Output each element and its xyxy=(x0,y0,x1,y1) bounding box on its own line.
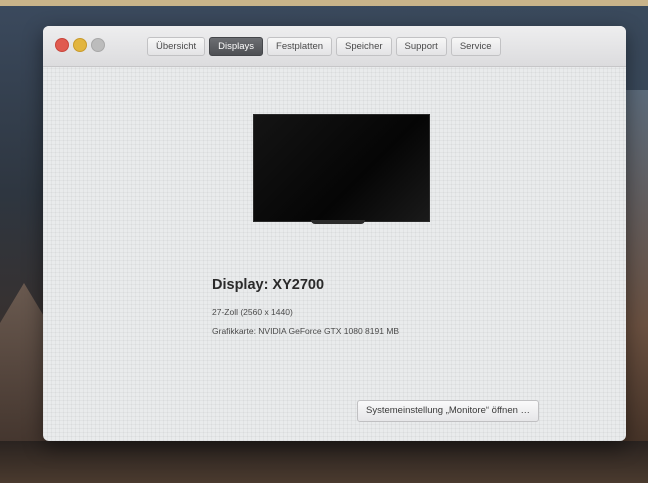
minimize-window-button[interactable] xyxy=(73,38,87,52)
tab-support[interactable]: Support xyxy=(395,37,447,56)
monitor-icon xyxy=(253,114,430,222)
tab-storage[interactable]: Festplatten xyxy=(267,37,333,56)
zoom-window-button[interactable] xyxy=(91,38,105,52)
desktop-background: Übersicht Displays Festplatten Speicher … xyxy=(0,0,648,483)
display-resolution: 27-Zoll (2560 x 1440) xyxy=(212,307,293,317)
monitor-stand-icon xyxy=(311,220,365,224)
about-this-mac-window: Übersicht Displays Festplatten Speicher … xyxy=(43,26,626,441)
display-name: Display: XY2700 xyxy=(212,277,325,293)
tab-displays[interactable]: Displays xyxy=(209,37,264,56)
tab-bar: Übersicht Displays Festplatten Speicher … xyxy=(147,37,505,56)
graphics-card-info: Grafikkarte: NVIDIA GeForce GTX 1080 819… xyxy=(212,326,400,336)
tab-memory[interactable]: Speicher xyxy=(336,37,392,56)
tab-service[interactable]: Service xyxy=(450,37,501,56)
open-monitor-preferences-button[interactable]: Systemeinstellung „Monitore“ öffnen … xyxy=(357,400,540,422)
wallpaper-foreground xyxy=(0,441,648,483)
close-window-button[interactable] xyxy=(55,38,69,52)
tab-overview[interactable]: Übersicht xyxy=(147,37,206,56)
window-titlebar: Übersicht Displays Festplatten Speicher … xyxy=(43,26,626,67)
